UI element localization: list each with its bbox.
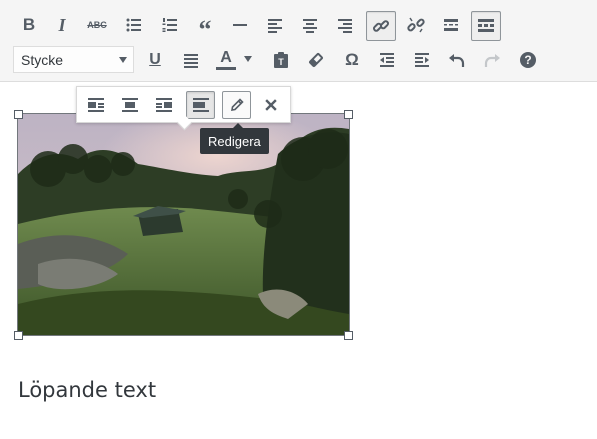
resize-handle-top-left[interactable] [14,110,23,119]
bullet-list-button[interactable] [120,11,148,39]
align-left-icon [87,98,104,112]
svg-text:T: T [278,57,284,67]
close-icon [264,99,277,111]
pencil-icon [230,98,244,111]
text-color-button[interactable]: A [212,46,240,74]
indent-button[interactable] [408,46,436,74]
edit-tooltip: Redigera [200,123,269,154]
toolbar-toggle-button[interactable] [471,11,501,41]
quote-icon: “ [198,15,212,44]
blockquote-button[interactable]: “ [191,11,219,43]
outdent-icon [380,53,394,67]
image-align-right-button[interactable] [149,91,178,119]
align-left-icon [268,19,282,33]
align-right-icon [155,98,172,112]
redo-button[interactable] [478,46,506,74]
paste-text-button[interactable]: T [267,46,295,74]
justify-button[interactable] [177,46,205,74]
underline-icon: U [149,51,161,68]
italic-icon: I [58,14,66,35]
help-button[interactable]: ? [514,46,542,74]
resize-handle-top-right[interactable] [344,110,353,119]
link-icon [372,20,390,32]
resize-handle-bottom-left[interactable] [14,331,23,340]
align-center-icon [121,98,138,112]
selected-image[interactable] [17,113,350,336]
kitchen-sink-icon [478,19,494,32]
bullet-list-icon [126,18,141,32]
align-center-button[interactable] [296,11,324,39]
undo-button[interactable] [443,46,471,74]
format-select[interactable]: Stycke [13,46,134,73]
justify-icon [184,54,198,68]
hr-icon [233,24,247,26]
align-center-icon [303,19,317,33]
text-color-dropdown-icon[interactable] [244,56,252,62]
unlink-icon [407,17,425,33]
read-more-icon [444,19,458,31]
numbered-list-button[interactable] [156,11,184,39]
bold-icon: B [22,15,36,34]
resize-handle-bottom-right[interactable] [344,331,353,340]
bold-button[interactable]: B [15,11,43,39]
image-align-none-button[interactable] [186,91,215,119]
indent-icon [415,53,429,67]
align-right-icon [338,19,352,33]
paste-icon: T [274,52,288,68]
outdent-button[interactable] [373,46,401,74]
remove-link-button[interactable] [402,11,430,39]
paragraph-text[interactable]: Löpande text [18,378,156,402]
image-remove-button[interactable] [256,91,285,119]
special-character-button[interactable]: Ω [338,46,366,74]
chevron-down-icon [119,57,127,63]
clear-formatting-button[interactable] [302,46,330,74]
align-none-icon [192,98,209,112]
strikethrough-button[interactable]: ABC [83,11,111,39]
editor-toolbar: B I ABC “ Stycke U A T Ω ? [0,0,597,82]
image-edit-button[interactable] [222,91,251,119]
insert-link-button[interactable] [366,11,396,41]
underline-button[interactable]: U [141,46,169,74]
undo-icon [449,54,465,67]
horizontal-line-button[interactable] [226,11,254,39]
omega-icon: Ω [345,50,359,69]
help-icon: ? [520,52,536,68]
image-align-left-button[interactable] [81,91,110,119]
redo-icon [484,54,500,67]
italic-button[interactable]: I [48,11,76,39]
align-left-button[interactable] [261,11,289,39]
align-right-button[interactable] [331,11,359,39]
landscape-photo [18,114,349,335]
image-align-center-button[interactable] [115,91,144,119]
strikethrough-icon: ABC [87,20,107,30]
numbered-list-icon [162,18,177,32]
format-select-value: Stycke [21,51,64,68]
image-inline-toolbar [76,86,291,123]
tooltip-text: Redigera [208,133,261,149]
eraser-icon [309,53,323,67]
read-more-button[interactable] [437,11,465,39]
text-color-icon: A [216,50,236,70]
